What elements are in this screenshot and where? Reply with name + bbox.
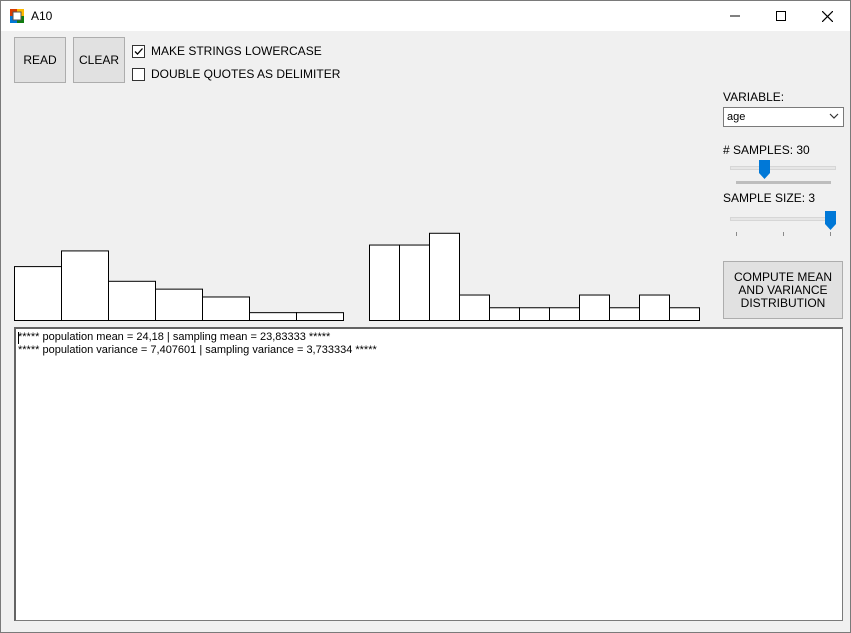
- histogram-bar: [609, 307, 640, 321]
- clear-button[interactable]: CLEAR: [73, 37, 125, 83]
- title-bar: A10: [1, 1, 850, 31]
- maximize-button[interactable]: [758, 1, 804, 31]
- sample-size-label: SAMPLE SIZE: 3: [723, 191, 816, 205]
- maximize-icon: [776, 11, 786, 21]
- samples-slider-thumb[interactable]: [759, 160, 770, 179]
- variable-select[interactable]: age: [723, 107, 844, 127]
- histogram-bar: [489, 307, 520, 321]
- histogram-bar: [369, 244, 400, 321]
- samples-label: # SAMPLES: 30: [723, 143, 810, 157]
- checkmark-icon: [134, 47, 143, 55]
- histogram-bar: [202, 296, 250, 321]
- histogram-bar: [296, 312, 344, 321]
- histogram-bar: [61, 250, 109, 321]
- histogram-bar: [639, 294, 670, 321]
- window-title: A10: [31, 9, 53, 23]
- histogram-bar: [429, 232, 460, 321]
- sample-size-slider-track: [730, 217, 836, 221]
- lowercase-checkbox[interactable]: [132, 44, 145, 58]
- variable-select-value: age: [727, 111, 746, 123]
- samples-tick-bar: [736, 181, 831, 184]
- output-line-variance: ***** population variance = 7,407601 | s…: [18, 344, 377, 356]
- minimize-button[interactable]: [712, 1, 758, 31]
- samples-slider-track: [730, 166, 836, 170]
- sample-size-slider-thumb[interactable]: [825, 211, 836, 230]
- compute-button[interactable]: COMPUTE MEAN AND VARIANCE DISTRIBUTION: [723, 261, 843, 319]
- lowercase-label: MAKE STRINGS LOWERCASE: [151, 44, 322, 58]
- histogram-bar: [14, 266, 62, 321]
- app-icon: [10, 9, 24, 23]
- histogram-bar: [108, 280, 156, 321]
- dquote-option[interactable]: DOUBLE QUOTES AS DELIMITER: [132, 67, 340, 81]
- histogram-bar: [669, 307, 700, 321]
- histogram-bar: [249, 312, 297, 321]
- app-window: A10 READ CLEAR MAKE STRINGS LOWERCASE DO…: [0, 0, 851, 633]
- chevron-down-icon: [829, 113, 839, 119]
- output-line-mean: ***** population mean = 24,18 | sampling…: [18, 331, 331, 343]
- sample-size-tick: [783, 232, 784, 236]
- histogram-bar: [579, 294, 610, 321]
- read-button[interactable]: READ: [14, 37, 66, 83]
- variable-label: VARIABLE:: [723, 90, 785, 104]
- sample-size-tick: [736, 232, 737, 236]
- histogram-bar: [459, 294, 490, 321]
- close-button[interactable]: [804, 1, 850, 31]
- lowercase-option[interactable]: MAKE STRINGS LOWERCASE: [132, 44, 322, 58]
- sample-size-tick: [830, 232, 831, 236]
- dquote-label: DOUBLE QUOTES AS DELIMITER: [151, 67, 341, 81]
- histogram-bar: [549, 307, 580, 321]
- minimize-icon: [730, 15, 740, 17]
- dquote-checkbox[interactable]: [132, 67, 145, 81]
- histogram-bar: [519, 307, 550, 321]
- histogram-bar: [155, 288, 203, 321]
- close-icon: [821, 10, 833, 22]
- histogram-bar: [399, 244, 430, 321]
- histogram-chart: [14, 232, 700, 321]
- output-textbox[interactable]: ***** population mean = 24,18 | sampling…: [14, 327, 843, 621]
